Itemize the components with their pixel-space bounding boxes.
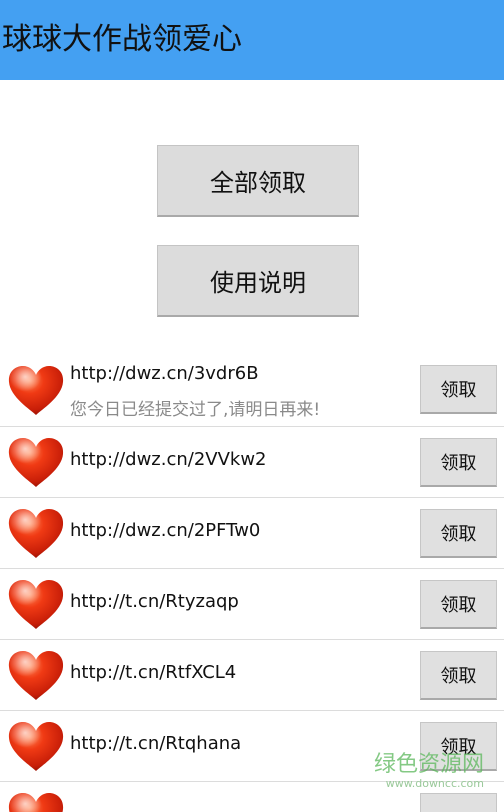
list-item-link: http://t.cn/Rtqhana xyxy=(70,733,242,754)
claim-button[interactable]: 领取 xyxy=(420,438,497,487)
list-item-link: http://t.cn/Rtyzaqp xyxy=(70,591,239,612)
claim-button[interactable] xyxy=(420,793,497,812)
claim-button[interactable]: 领取 xyxy=(420,580,497,629)
list-item-link: http://dwz.cn/3vdr6B xyxy=(70,363,259,384)
red-heart-icon xyxy=(7,365,65,417)
claim-button[interactable]: 领取 xyxy=(420,722,497,771)
red-heart-icon xyxy=(7,650,65,702)
app-bar: 球球大作战领爱心 xyxy=(0,0,504,80)
claim-button[interactable]: 领取 xyxy=(420,365,497,414)
list-item-link: http://dwz.cn/2VVkw2 xyxy=(70,449,267,470)
list-item: http://dwz.cn/2VVkw2 领取 xyxy=(0,427,504,498)
claim-button[interactable]: 领取 xyxy=(420,651,497,700)
list-item-status: 您今日已经提交过了,请明日再来! xyxy=(70,400,321,420)
list-item: http://t.cn/Rtqhana 领取 xyxy=(0,711,504,782)
claim-button[interactable]: 领取 xyxy=(420,509,497,558)
claim-all-button[interactable]: 全部领取 xyxy=(157,145,359,217)
instructions-button[interactable]: 使用说明 xyxy=(157,245,359,317)
red-heart-icon xyxy=(7,579,65,631)
list-item: http://dwz.cn/3vdr6B 您今日已经提交过了,请明日再来! 领取 xyxy=(0,355,504,427)
red-heart-icon xyxy=(7,721,65,773)
list-item: http://t.cn/Rtyzaqp 领取 xyxy=(0,569,504,640)
list-item-link: http://t.cn/RtfXCL4 xyxy=(70,662,237,683)
list-item-link: http://dwz.cn/2PFTw0 xyxy=(70,520,261,541)
list-item-partial xyxy=(0,782,504,812)
red-heart-icon xyxy=(7,792,65,812)
red-heart-icon xyxy=(7,437,65,489)
link-list: http://dwz.cn/3vdr6B 您今日已经提交过了,请明日再来! 领取… xyxy=(0,355,504,812)
list-item: http://t.cn/RtfXCL4 领取 xyxy=(0,640,504,711)
app-title: 球球大作战领爱心 xyxy=(2,22,242,57)
list-item: http://dwz.cn/2PFTw0 领取 xyxy=(0,498,504,569)
red-heart-icon xyxy=(7,508,65,560)
